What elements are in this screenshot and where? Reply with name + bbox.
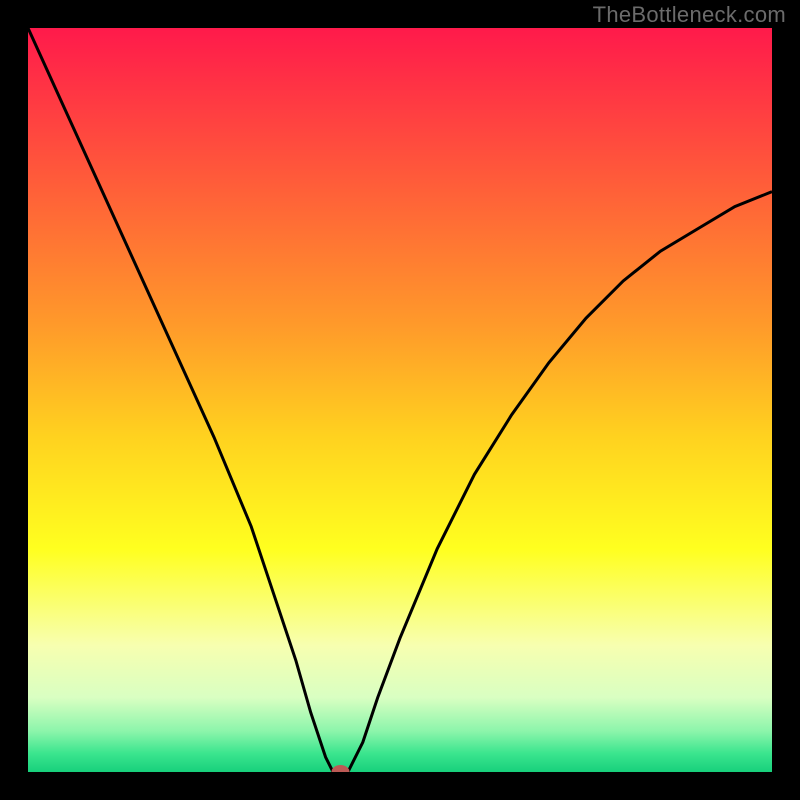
watermark-text: TheBottleneck.com [593, 2, 786, 28]
chart-frame: TheBottleneck.com [0, 0, 800, 800]
gradient-background [28, 28, 772, 772]
chart-svg [28, 28, 772, 772]
plot-area [28, 28, 772, 772]
